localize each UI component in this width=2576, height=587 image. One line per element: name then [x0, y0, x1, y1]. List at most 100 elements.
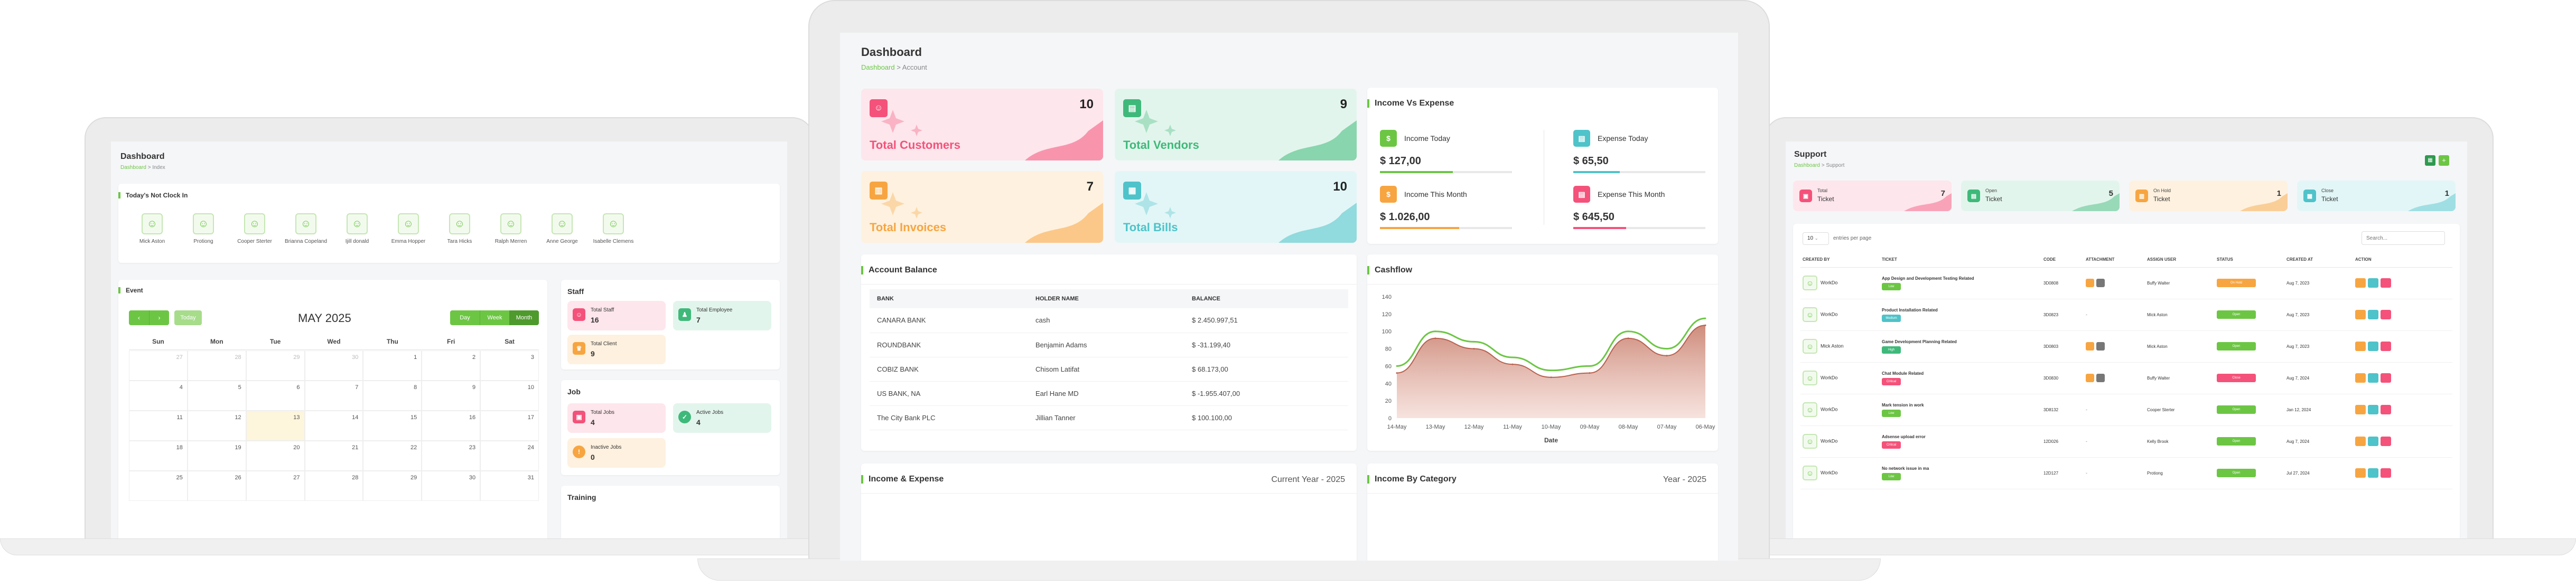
calendar-day[interactable]: 27 — [129, 351, 188, 381]
edit-icon[interactable] — [2368, 310, 2378, 319]
view-week-button[interactable]: Week — [480, 310, 509, 325]
table-row[interactable]: ☺ Mick Aston Game Development Planning Rel… — [1800, 330, 2452, 362]
delete-icon[interactable] — [2381, 468, 2391, 478]
per-page-select[interactable]: 10 ⌄ — [1803, 232, 1829, 245]
calendar-day[interactable]: 29 — [363, 471, 422, 501]
person-avatar[interactable]: ☺ — [347, 213, 368, 234]
calendar-day[interactable]: 27 — [246, 471, 305, 501]
table-row[interactable]: ☺ WorkDo Chat Module Related Critical 3D0830… — [1800, 362, 2452, 394]
person-avatar[interactable]: ☺ — [603, 213, 624, 234]
view-icon[interactable] — [2096, 279, 2105, 287]
delete-icon[interactable] — [2381, 373, 2391, 383]
calendar-day[interactable]: 14 — [304, 411, 363, 441]
reply-icon[interactable] — [2355, 373, 2366, 383]
ticket-title[interactable]: Adsense upload error — [1882, 434, 2041, 439]
table-row[interactable]: ☺ WorkDo Mark tension in work Low 3D8132- Coo… — [1800, 394, 2452, 425]
calendar-day[interactable]: 28 — [304, 471, 363, 501]
table-row[interactable]: ☺ WorkDo Adsense upload error Critical 12D02… — [1800, 425, 2452, 457]
calendar-day[interactable]: 24 — [480, 441, 539, 471]
reply-icon[interactable] — [2355, 468, 2366, 478]
delete-icon[interactable] — [2381, 342, 2391, 351]
edit-icon[interactable] — [2368, 405, 2378, 414]
delete-icon[interactable] — [2381, 310, 2391, 319]
person-avatar[interactable]: ☺ — [552, 213, 573, 234]
person-avatar[interactable]: ☺ — [142, 213, 163, 234]
today-button[interactable]: Today — [174, 310, 202, 325]
ticket-title[interactable]: Chat Module Related — [1882, 371, 2041, 376]
calendar-day[interactable]: 20 — [246, 441, 305, 471]
edit-icon[interactable] — [2368, 278, 2378, 288]
calendar-day[interactable]: 30 — [304, 351, 363, 381]
calendar-day[interactable]: 31 — [480, 471, 539, 501]
table-row[interactable]: ☺ WorkDo No network issue in ma Low 12D127- P… — [1800, 457, 2452, 489]
person-avatar[interactable]: ☺ — [295, 213, 316, 234]
table-row[interactable]: ☺ WorkDo Product Installation Related Mediu… — [1800, 299, 2452, 330]
edit-icon[interactable] — [2368, 437, 2378, 446]
reply-icon[interactable] — [2355, 437, 2366, 446]
edit-icon[interactable] — [2368, 373, 2378, 383]
prev-button[interactable]: ‹ — [129, 310, 149, 325]
calendar-day[interactable]: 23 — [422, 441, 481, 471]
calendar-day[interactable]: 13 — [246, 411, 305, 441]
calendar-day[interactable]: 30 — [422, 471, 481, 501]
download-icon[interactable] — [2086, 279, 2094, 287]
next-button[interactable]: › — [149, 310, 169, 325]
ticket-title[interactable]: Game Development Planning Related — [1882, 339, 2041, 344]
calendar-day[interactable]: 4 — [129, 381, 188, 411]
calendar-day[interactable]: 16 — [422, 411, 481, 441]
person-avatar[interactable]: ☺ — [449, 213, 470, 234]
edit-icon[interactable] — [2368, 342, 2378, 351]
calendar-day[interactable]: 6 — [246, 381, 305, 411]
reply-icon[interactable] — [2355, 310, 2366, 319]
reply-icon[interactable] — [2355, 278, 2366, 288]
view-day-button[interactable]: Day — [450, 310, 480, 325]
breadcrumb-link-dashboard[interactable]: Dashboard — [1794, 163, 1820, 168]
person-avatar[interactable]: ☺ — [500, 213, 521, 234]
view-month-button[interactable]: Month — [509, 310, 539, 325]
calendar-day[interactable]: 22 — [363, 441, 422, 471]
calendar-day[interactable]: 17 — [480, 411, 539, 441]
reply-icon[interactable] — [2355, 342, 2366, 351]
delete-icon[interactable] — [2381, 405, 2391, 414]
calendar-day[interactable]: 9 — [422, 381, 481, 411]
calendar-day[interactable]: 21 — [304, 441, 363, 471]
download-icon[interactable] — [2086, 374, 2094, 382]
calendar-day[interactable]: 25 — [129, 471, 188, 501]
ticket-title[interactable]: Product Installation Related — [1882, 308, 2041, 313]
calendar-day[interactable]: 8 — [363, 381, 422, 411]
view-icon[interactable] — [2096, 374, 2105, 382]
calendar-day[interactable]: 18 — [129, 441, 188, 471]
calendar-day[interactable]: 28 — [187, 351, 246, 381]
calendar-day[interactable]: 19 — [187, 441, 246, 471]
calendar-day[interactable]: 2 — [422, 351, 481, 381]
person-avatar[interactable]: ☺ — [193, 213, 214, 234]
calendar-day[interactable]: 1 — [363, 351, 422, 381]
breadcrumb-link-dashboard[interactable]: Dashboard — [120, 165, 146, 171]
search-input[interactable] — [2362, 231, 2445, 245]
calendar-day[interactable]: 12 — [187, 411, 246, 441]
calendar-day[interactable]: 5 — [187, 381, 246, 411]
download-icon[interactable] — [2086, 342, 2094, 351]
calendar-day[interactable]: 3 — [480, 351, 539, 381]
table-row[interactable]: ☺ WorkDo App Design and Development Testin… — [1800, 267, 2452, 299]
calendar-day[interactable]: 11 — [129, 411, 188, 441]
grid-view-button[interactable]: ▦ — [2425, 155, 2435, 166]
delete-icon[interactable] — [2381, 278, 2391, 288]
delete-icon[interactable] — [2381, 437, 2391, 446]
calendar-day[interactable]: 10 — [480, 381, 539, 411]
breadcrumb-link-dashboard[interactable]: Dashboard — [861, 63, 895, 71]
person-avatar[interactable]: ☺ — [244, 213, 265, 234]
edit-icon[interactable] — [2368, 468, 2378, 478]
title-divider — [1367, 284, 1718, 285]
calendar-day[interactable]: 15 — [363, 411, 422, 441]
reply-icon[interactable] — [2355, 405, 2366, 414]
person-avatar[interactable]: ☺ — [398, 213, 419, 234]
ticket-title[interactable]: Mark tension in work — [1882, 403, 2041, 408]
calendar-day[interactable]: 29 — [246, 351, 305, 381]
calendar-day[interactable]: 26 — [187, 471, 246, 501]
calendar-day[interactable]: 7 — [304, 381, 363, 411]
add-ticket-button[interactable]: + — [2439, 155, 2449, 166]
view-icon[interactable] — [2096, 342, 2105, 351]
ticket-title[interactable]: App Design and Development Testing Relat… — [1882, 276, 2041, 281]
ticket-title[interactable]: No network issue in ma — [1882, 466, 2041, 471]
